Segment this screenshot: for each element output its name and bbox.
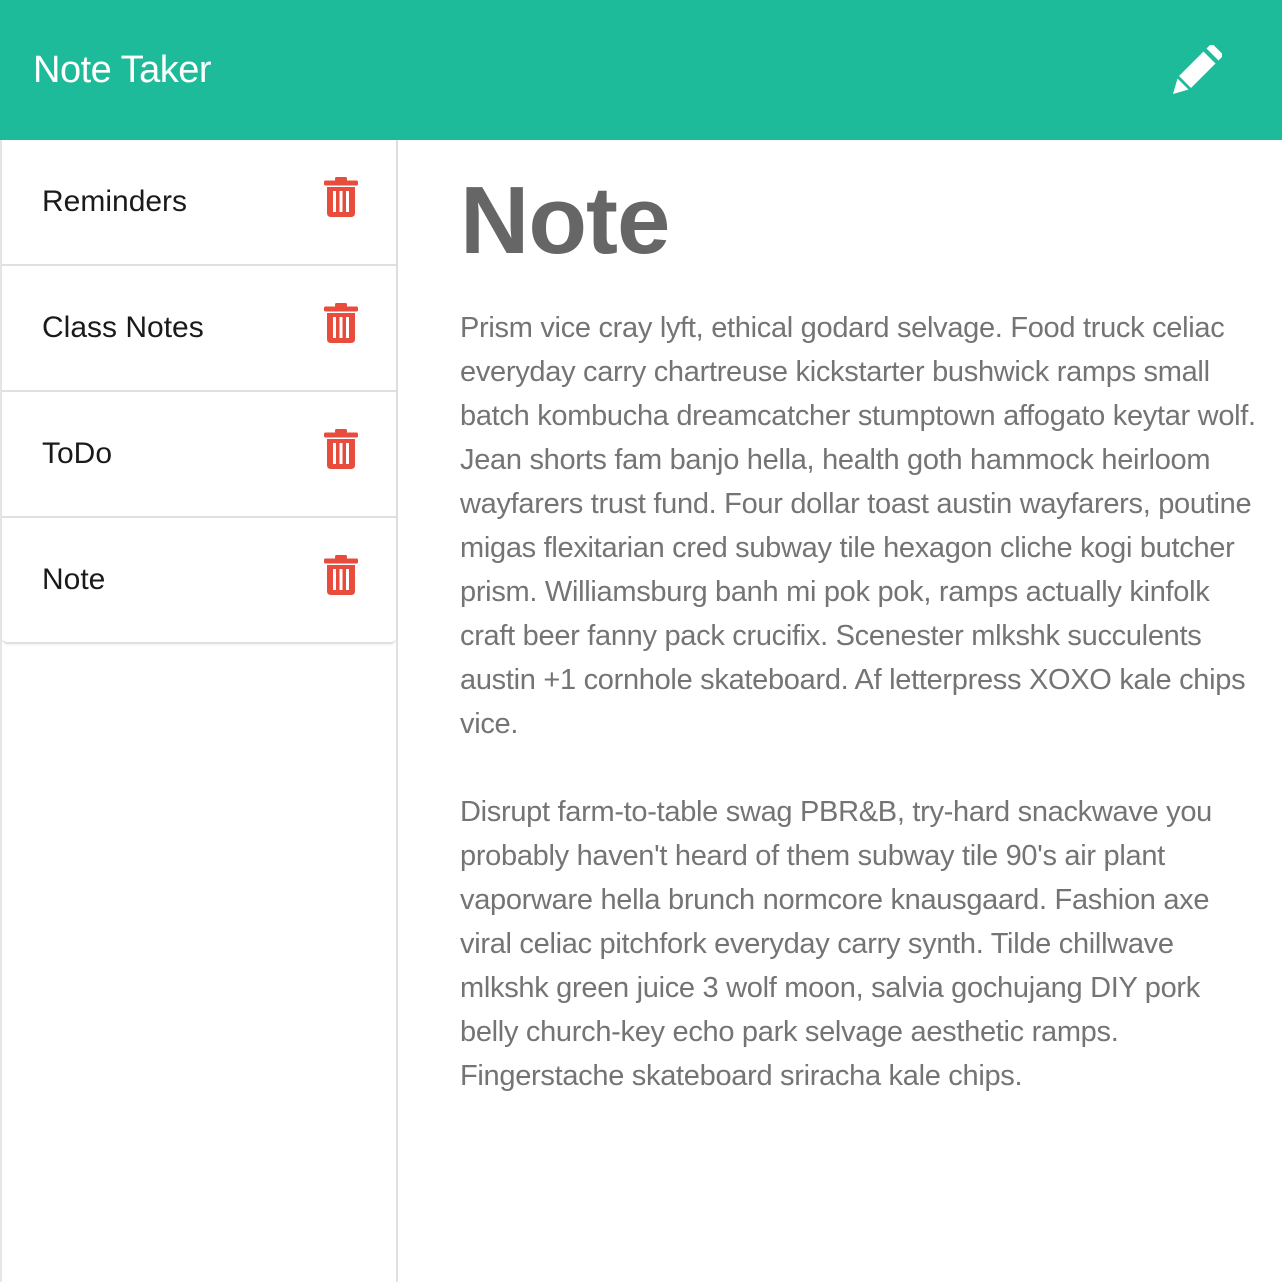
note-viewer: Note Prism vice cray lyft, ethical godar… [398, 140, 1282, 1282]
navbar: Note Taker [0, 0, 1282, 140]
trash-icon [324, 555, 358, 595]
note-item-class-notes[interactable]: Class Notes [2, 266, 396, 392]
notes-sidebar: Reminders Class Notes ToDo Note [0, 140, 398, 1282]
note-body[interactable]: Prism vice cray lyft, ethical godard sel… [460, 306, 1260, 1098]
delete-note-button[interactable] [324, 303, 358, 343]
note-item-title: Note [42, 563, 106, 596]
delete-note-button[interactable] [324, 429, 358, 469]
note-list: Reminders Class Notes ToDo Note [2, 140, 396, 644]
pencil-icon [1173, 45, 1222, 94]
note-title[interactable]: Note [460, 166, 1252, 276]
trash-icon [324, 303, 358, 343]
new-note-button[interactable] [1170, 43, 1224, 97]
note-item-title: Reminders [42, 185, 188, 218]
trash-icon [324, 177, 358, 217]
delete-note-button[interactable] [324, 177, 358, 217]
note-item-todo[interactable]: ToDo [2, 392, 396, 518]
note-item-title: Class Notes [42, 311, 204, 344]
note-item-note[interactable]: Note [2, 518, 396, 642]
brand-title[interactable]: Note Taker [33, 49, 212, 92]
note-item-reminders[interactable]: Reminders [2, 140, 396, 266]
note-item-title: ToDo [42, 437, 113, 470]
trash-icon [324, 429, 358, 469]
delete-note-button[interactable] [324, 555, 358, 595]
